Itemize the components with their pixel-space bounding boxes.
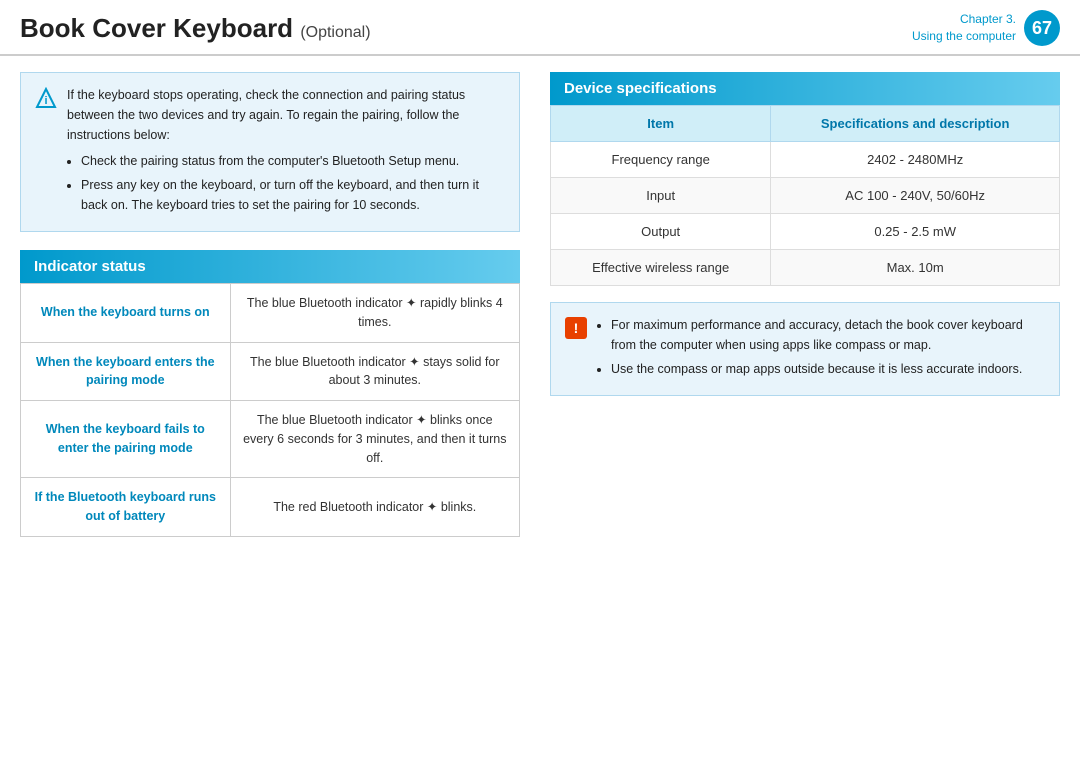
spec-value: Max. 10m [771, 250, 1060, 286]
info-icon: i [35, 87, 57, 219]
spec-value: AC 100 - 240V, 50/60Hz [771, 178, 1060, 214]
chapter-sub: Using the computer [912, 28, 1016, 45]
indicator-description: The red Bluetooth indicator ✦ blinks. [230, 478, 519, 537]
indicator-description: The blue Bluetooth indicator ✦ stays sol… [230, 342, 519, 401]
header-right: Chapter 3. Using the computer 67 [912, 10, 1060, 46]
note-bullet-2: Use the compass or map apps outside beca… [611, 359, 1045, 379]
device-spec-title: Device specifications [564, 80, 717, 97]
title-text: Book Cover Keyboard [20, 13, 293, 43]
note-box-content: For maximum performance and accuracy, de… [597, 315, 1045, 383]
page-title: Book Cover Keyboard (Optional) [20, 13, 371, 44]
indicator-description: The blue Bluetooth indicator ✦ rapidly b… [230, 284, 519, 343]
indicator-condition: If the Bluetooth keyboard runs out of ba… [21, 478, 231, 537]
spec-value: 0.25 - 2.5 mW [771, 214, 1060, 250]
note-box-list: For maximum performance and accuracy, de… [597, 315, 1045, 379]
indicator-description: The blue Bluetooth indicator ✦ blinks on… [230, 401, 519, 478]
chapter-label: Chapter 3. [912, 11, 1016, 28]
indicator-row: If the Bluetooth keyboard runs out of ba… [21, 478, 520, 537]
main-content: i If the keyboard stops operating, check… [0, 56, 1080, 553]
spec-col-desc: Specifications and description [771, 106, 1060, 142]
warning-icon-label: ! [574, 317, 579, 339]
indicator-row: When the keyboard fails to enter the pai… [21, 401, 520, 478]
indicator-condition: When the keyboard enters the pairing mod… [21, 342, 231, 401]
chapter-text: Chapter 3. Using the computer [912, 11, 1016, 45]
info-box-content: If the keyboard stops operating, check t… [67, 85, 505, 219]
indicator-condition: When the keyboard fails to enter the pai… [21, 401, 231, 478]
spec-row: Effective wireless rangeMax. 10m [551, 250, 1060, 286]
info-box: i If the keyboard stops operating, check… [20, 72, 520, 232]
left-column: i If the keyboard stops operating, check… [20, 72, 540, 537]
spec-row: InputAC 100 - 240V, 50/60Hz [551, 178, 1060, 214]
info-box-text: If the keyboard stops operating, check t… [67, 88, 465, 142]
info-bullet-1: Check the pairing status from the comput… [81, 151, 505, 171]
optional-label: (Optional) [300, 24, 370, 41]
spec-item: Effective wireless range [551, 250, 771, 286]
spec-value: 2402 - 2480MHz [771, 142, 1060, 178]
note-box: ! For maximum performance and accuracy, … [550, 302, 1060, 396]
spec-item: Frequency range [551, 142, 771, 178]
indicator-row: When the keyboard enters the pairing mod… [21, 342, 520, 401]
indicator-row: When the keyboard turns onThe blue Bluet… [21, 284, 520, 343]
spec-row: Output0.25 - 2.5 mW [551, 214, 1060, 250]
device-spec-header: Device specifications [550, 72, 1060, 105]
indicator-condition: When the keyboard turns on [21, 284, 231, 343]
svg-text:i: i [44, 95, 47, 107]
indicator-table: When the keyboard turns onThe blue Bluet… [20, 283, 520, 537]
info-bullet-2: Press any key on the keyboard, or turn o… [81, 175, 505, 215]
warning-icon: ! [565, 317, 587, 339]
right-column: Device specifications Item Specification… [540, 72, 1060, 537]
spec-item: Output [551, 214, 771, 250]
spec-col-item: Item [551, 106, 771, 142]
page-header: Book Cover Keyboard (Optional) Chapter 3… [0, 0, 1080, 56]
indicator-status-header: Indicator status [20, 250, 520, 283]
spec-table: Item Specifications and description Freq… [550, 105, 1060, 286]
info-box-list: Check the pairing status from the comput… [67, 151, 505, 215]
spec-item: Input [551, 178, 771, 214]
page-badge: 67 [1024, 10, 1060, 46]
note-bullet-1: For maximum performance and accuracy, de… [611, 315, 1045, 355]
spec-table-header-row: Item Specifications and description [551, 106, 1060, 142]
device-spec-section: Device specifications Item Specification… [550, 72, 1060, 286]
page-number: 67 [1032, 18, 1052, 39]
indicator-status-title: Indicator status [34, 258, 146, 275]
spec-row: Frequency range2402 - 2480MHz [551, 142, 1060, 178]
